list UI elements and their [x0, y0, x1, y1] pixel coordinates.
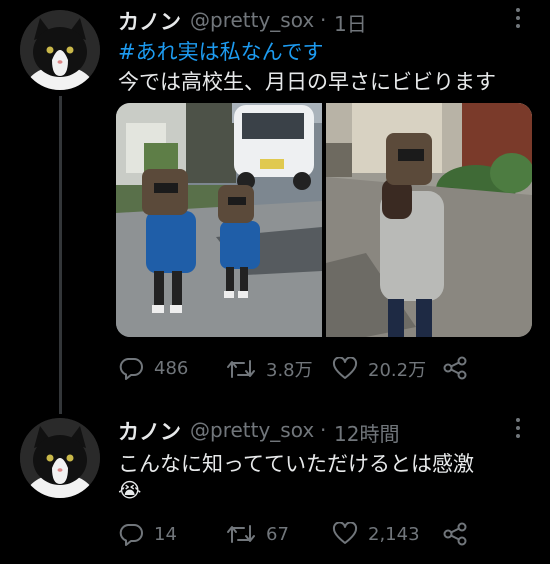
more-options-icon[interactable]	[516, 8, 520, 32]
avatar[interactable]	[20, 418, 100, 498]
meta-separator: ·	[320, 8, 327, 32]
retweet-icon	[227, 525, 255, 543]
retweet-button[interactable]: 67	[226, 522, 289, 546]
share-icon	[443, 522, 467, 546]
heart-icon	[332, 357, 358, 379]
thread-connector-line	[59, 96, 62, 414]
avatar[interactable]	[20, 10, 100, 90]
retweet-count: 67	[266, 523, 289, 545]
reply-button[interactable]: 14	[118, 522, 177, 546]
retweet-count: 3.8万	[266, 360, 313, 381]
reply-button[interactable]: 486	[118, 356, 188, 380]
photo-children-welding-masks[interactable]	[116, 103, 322, 337]
like-count: 2,143	[368, 523, 420, 545]
crying-face-emoji: 😭	[118, 478, 142, 502]
display-name[interactable]: カノン	[118, 6, 181, 36]
like-count: 20.2万	[368, 360, 427, 381]
hashtag-link[interactable]: #あれ実は私なんです	[118, 36, 324, 66]
more-options-icon[interactable]	[516, 418, 520, 442]
retweet-icon	[227, 360, 255, 378]
heart-icon	[332, 522, 358, 544]
timestamp[interactable]: 1日	[334, 8, 367, 37]
reply-count: 14	[154, 523, 177, 545]
like-button[interactable]: 20.2万	[332, 356, 426, 382]
handle[interactable]: @pretty_sox	[190, 8, 314, 32]
share-button[interactable]	[442, 356, 468, 380]
cat-avatar-icon	[20, 418, 100, 498]
media-grid[interactable]	[116, 103, 532, 337]
tweet-text: 今では高校生、月日の早さにビビります	[118, 70, 496, 94]
meta-separator: ·	[320, 418, 327, 442]
retweet-button[interactable]: 3.8万	[226, 356, 313, 382]
photo-teen-welding-mask[interactable]	[326, 103, 532, 337]
tweet-text: こんなに知ってていただけるとは感激	[118, 452, 474, 476]
reply-count: 486	[154, 357, 189, 379]
like-button[interactable]: 2,143	[332, 522, 420, 546]
timestamp[interactable]: 12時間	[334, 418, 399, 447]
handle[interactable]: @pretty_sox	[190, 418, 314, 442]
share-button[interactable]	[442, 522, 468, 546]
share-icon	[443, 356, 467, 380]
reply-icon	[119, 358, 143, 380]
reply-icon	[119, 524, 143, 546]
display-name[interactable]: カノン	[118, 416, 181, 446]
cat-avatar-icon	[20, 10, 100, 90]
